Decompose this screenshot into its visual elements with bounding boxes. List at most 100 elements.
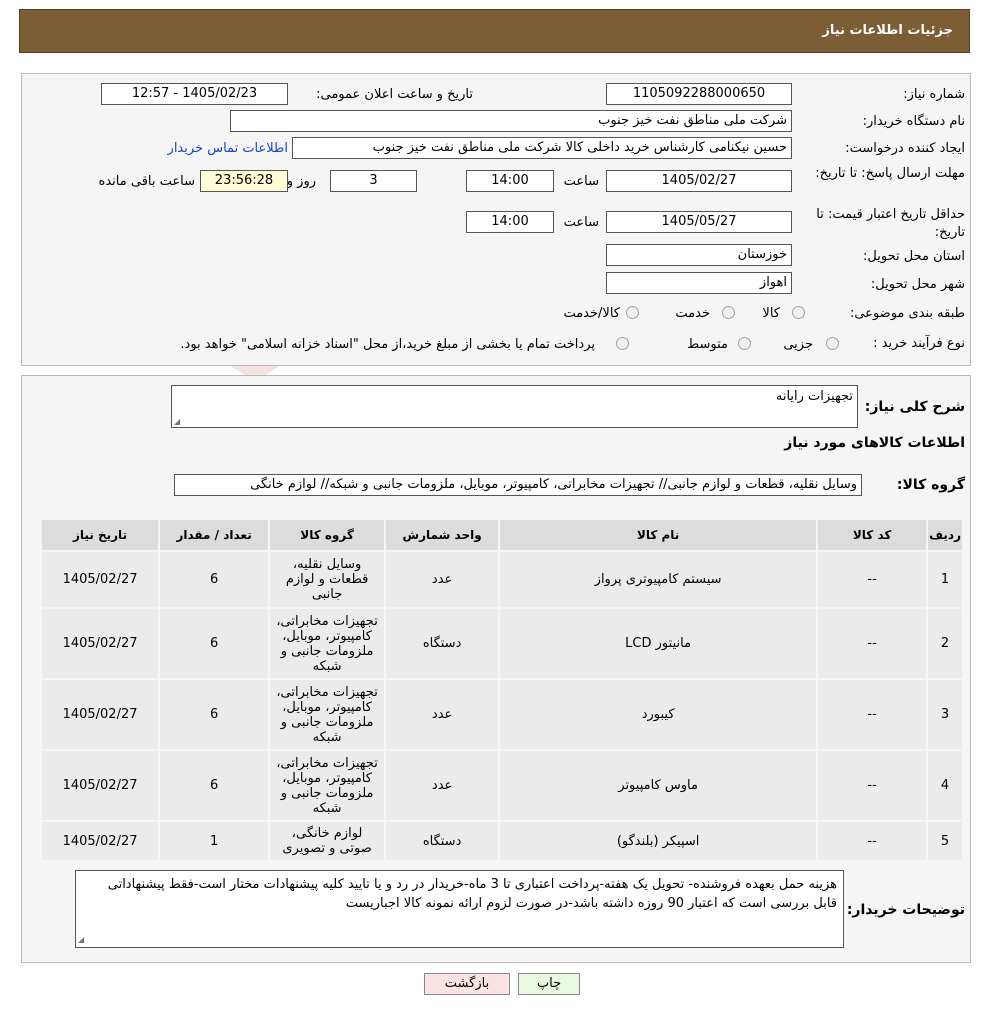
col-header-group: گروه کالا xyxy=(270,520,385,550)
col-header-date: تاریخ نیاز xyxy=(42,520,159,550)
buyer-notes-field[interactable]: هزینه حمل بعهده فروشنده- تحویل یک هفته-پ… xyxy=(75,870,844,948)
cell-date: 1405/02/27 xyxy=(42,680,159,749)
cell-group: وسایل نقلیه، قطعات و لوازم جانبی xyxy=(270,552,385,607)
cell-qty: 6 xyxy=(160,751,269,820)
buyer-contact-link[interactable]: اطلاعات تماس خریدار xyxy=(168,141,288,156)
category-option-service: خدمت xyxy=(675,306,710,321)
cell-name: کیبورد xyxy=(500,680,817,749)
buyer-org-field: شرکت ملی مناطق نفت خیز جنوب xyxy=(230,110,792,132)
page-title: جزئیات اطلاعات نیاز xyxy=(822,23,953,38)
cell-code: -- xyxy=(818,680,927,749)
cell-group: تجهیزات مخابراتی، کامپیوتر، موبایل، ملزو… xyxy=(270,680,385,749)
col-header-qty: تعداد / مقدار xyxy=(160,520,269,550)
cell-date: 1405/02/27 xyxy=(42,751,159,820)
cell-date: 1405/02/27 xyxy=(42,609,159,678)
cell-qty: 6 xyxy=(160,609,269,678)
process-option-minor: جزیی xyxy=(783,337,813,352)
province-field: خوزستان xyxy=(606,244,792,266)
table-row: 3 -- کیبورد عدد تجهیزات مخابراتی، کامپیو… xyxy=(42,680,962,749)
province-label: استان محل تحویل: xyxy=(863,249,965,264)
remaining-time-field: 23:56:28 xyxy=(200,170,288,192)
cell-qty: 1 xyxy=(160,822,269,860)
process-note: پرداخت تمام یا بخشی از مبلغ خرید،از محل … xyxy=(180,337,595,352)
cell-row-number: 5 xyxy=(928,822,962,860)
announce-datetime-field: 1405/02/23 - 12:57 xyxy=(101,83,288,105)
col-header-unit: واحد شمارش xyxy=(386,520,499,550)
process-label: نوع فرآیند خرید : xyxy=(873,336,965,351)
table-row: 1 -- سیستم کامپیوتری پرواز عدد وسایل نقل… xyxy=(42,552,962,607)
price-validity-date-field: 1405/05/27 xyxy=(606,211,792,233)
price-validity-time-label: ساعت xyxy=(563,215,599,230)
goods-table: ردیف کد کالا نام کالا واحد شمارش گروه کا… xyxy=(40,518,964,862)
cell-unit: دستگاه xyxy=(386,822,499,860)
process-radio-minor[interactable] xyxy=(826,337,839,350)
cell-group: تجهیزات مخابراتی، کامپیوتر، موبایل، ملزو… xyxy=(270,751,385,820)
print-button[interactable]: چاپ xyxy=(518,973,580,995)
reply-time-field: 14:00 xyxy=(466,170,554,192)
cell-name: اسپیکر (بلندگو) xyxy=(500,822,817,860)
price-validity-time-field: 14:00 xyxy=(466,211,554,233)
process-radio-medium[interactable] xyxy=(738,337,751,350)
cell-unit: عدد xyxy=(386,552,499,607)
need-number-field: 1105092288000650 xyxy=(606,83,792,105)
cell-group: تجهیزات مخابراتی، کامپیوتر، موبایل، ملزو… xyxy=(270,609,385,678)
resize-grip-icon[interactable]: ◢ xyxy=(174,418,182,426)
cell-code: -- xyxy=(818,552,927,607)
requester-label: ایجاد کننده درخواست: xyxy=(845,141,965,156)
cell-qty: 6 xyxy=(160,680,269,749)
reply-deadline-label: مهلت ارسال پاسخ: تا تاریخ: xyxy=(815,166,965,181)
cell-date: 1405/02/27 xyxy=(42,822,159,860)
table-row: 2 -- مانیتور LCD دستگاه تجهیزات مخابراتی… xyxy=(42,609,962,678)
col-header-row-number: ردیف xyxy=(928,520,962,550)
cell-name: سیستم کامپیوتری پرواز xyxy=(500,552,817,607)
category-radio-goods-service[interactable] xyxy=(626,306,639,319)
cell-row-number: 3 xyxy=(928,680,962,749)
need-number-label: شماره نیاز: xyxy=(903,87,965,102)
requester-field: حسین نیکنامی کارشناس خرید داخلی کالا شرک… xyxy=(292,137,792,159)
cell-name: مانیتور LCD xyxy=(500,609,817,678)
table-row: 5 -- اسپیکر (بلندگو) دستگاه لوازم خانگی،… xyxy=(42,822,962,860)
remaining-time-label: ساعت باقی مانده xyxy=(98,174,195,189)
category-radio-goods[interactable] xyxy=(792,306,805,319)
summary-field[interactable]: تجهیزات رایانه xyxy=(171,385,858,428)
resize-grip-icon[interactable]: ◢ xyxy=(78,936,86,944)
cell-group: لوازم خانگی، صوتی و تصویری xyxy=(270,822,385,860)
back-button[interactable]: بازگشت xyxy=(424,973,510,995)
process-radio-treasury[interactable] xyxy=(616,337,629,350)
process-option-medium: متوسط xyxy=(687,337,728,352)
days-remaining-field: 3 xyxy=(330,170,417,192)
category-option-goods: کالا xyxy=(762,306,780,321)
cell-row-number: 1 xyxy=(928,552,962,607)
goods-group-label: گروه کالا: xyxy=(896,477,965,493)
cell-qty: 6 xyxy=(160,552,269,607)
city-label: شهر محل تحویل: xyxy=(870,277,965,292)
col-header-code: کد کالا xyxy=(818,520,927,550)
buyer-notes-label: توضیحات خریدار: xyxy=(846,902,965,918)
cell-code: -- xyxy=(818,609,927,678)
reply-time-label: ساعت xyxy=(563,174,599,189)
announce-label: تاریخ و ساعت اعلان عمومی: xyxy=(316,87,473,102)
cell-unit: عدد xyxy=(386,751,499,820)
cell-name: ماوس کامپیوتر xyxy=(500,751,817,820)
category-radio-service[interactable] xyxy=(722,306,735,319)
category-option-goods-service: کالا/خدمت xyxy=(563,306,620,321)
table-header-row: ردیف کد کالا نام کالا واحد شمارش گروه کا… xyxy=(42,520,962,550)
cell-date: 1405/02/27 xyxy=(42,552,159,607)
cell-row-number: 4 xyxy=(928,751,962,820)
col-header-name: نام کالا xyxy=(500,520,817,550)
cell-code: -- xyxy=(818,751,927,820)
goods-group-field: وسایل نقلیه، قطعات و لوازم جانبی// تجهیز… xyxy=(174,474,862,496)
cell-row-number: 2 xyxy=(928,609,962,678)
buyer-org-label: نام دستگاه خریدار: xyxy=(862,114,965,129)
city-field: اهواز xyxy=(606,272,792,294)
category-label: طبقه بندی موضوعی: xyxy=(849,306,965,321)
cell-code: -- xyxy=(818,822,927,860)
summary-label: شرح کلی نیاز: xyxy=(864,399,965,415)
table-row: 4 -- ماوس کامپیوتر عدد تجهیزات مخابراتی،… xyxy=(42,751,962,820)
price-validity-label: حداقل تاریخ اعتبار قیمت: تا تاریخ: xyxy=(816,207,965,240)
days-label: روز و xyxy=(286,174,316,189)
goods-info-heading: اطلاعات کالاهای مورد نیاز xyxy=(784,435,965,451)
reply-date-field: 1405/02/27 xyxy=(606,170,792,192)
cell-unit: دستگاه xyxy=(386,609,499,678)
page-header: جزئیات اطلاعات نیاز xyxy=(19,9,970,53)
